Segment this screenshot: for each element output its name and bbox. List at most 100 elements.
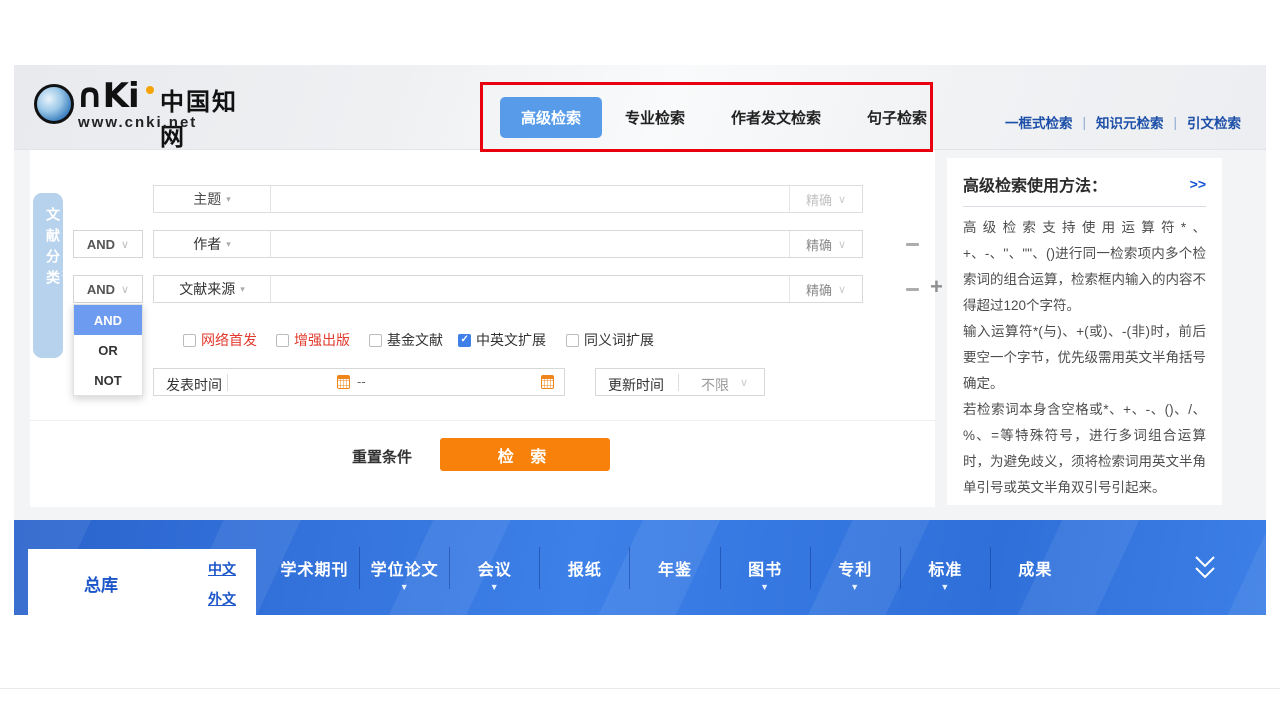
cnki-logo[interactable]: ∩Ki 中国知网 www.cnki.net [30, 80, 250, 138]
total-database-label[interactable]: 总库 [84, 571, 118, 596]
calendar-icon[interactable] [541, 375, 554, 389]
publish-time-from-input[interactable] [234, 369, 334, 395]
source-input[interactable] [271, 276, 789, 302]
document-category-tab[interactable]: 文献分类 › [33, 193, 63, 358]
search-row-author: 作者 ▾ 精确 ∨ [153, 230, 863, 258]
field-selector-topic[interactable]: 主题 ▾ [154, 186, 271, 212]
nav-item-yearbooks[interactable]: 年鉴 [630, 556, 719, 580]
nav-item-label: 专利 [838, 562, 872, 579]
match-mode-select-author[interactable]: 精确 ∨ [789, 231, 862, 257]
operator-option-and[interactable]: AND [74, 305, 142, 335]
divider [963, 206, 1206, 207]
nav-item-label: 标准 [928, 562, 962, 579]
cnki-advanced-search-page: ∩Ki 中国知网 www.cnki.net 高级检索 专业检索 作者发文检索 句… [0, 0, 1280, 720]
publish-time-label: 发表时间 [166, 375, 222, 395]
nav-item-label: 图书 [748, 562, 782, 579]
link-citation-search[interactable]: 引文检索 [1177, 112, 1251, 132]
nav-item-label: 成果 [1018, 562, 1052, 579]
help-paragraph: 高级检索支持使用运算符*、+、-、''、""、()进行同一检索项内多个检索词的组… [963, 215, 1206, 319]
nav-item-academic-journals[interactable]: 学术期刊 [270, 556, 359, 580]
remove-row-icon[interactable] [906, 243, 919, 246]
caret-down-icon: ▼ [490, 582, 500, 592]
nav-item-label: 年鉴 [658, 562, 692, 579]
footer-divider [0, 688, 1280, 689]
chevron-down-icon: ∨ [121, 238, 129, 251]
remove-row-icon[interactable] [906, 288, 919, 291]
field-selector-author[interactable]: 作者 ▾ [154, 231, 271, 257]
date-range-separator: -- [357, 374, 366, 389]
nav-item-conferences[interactable]: 会议 ▼ [450, 556, 539, 580]
nav-item-dissertations[interactable]: 学位论文 ▼ [360, 556, 449, 580]
publish-time-box: 发表时间 -- [153, 368, 565, 396]
tab-advanced-search[interactable]: 高级检索 [500, 97, 602, 138]
tab-author-search[interactable]: 作者发文检索 [708, 97, 844, 138]
operator-option-not[interactable]: NOT [74, 365, 142, 395]
checkbox-icon [276, 334, 289, 347]
checkbox-network-first[interactable]: 网络首发 [183, 330, 257, 350]
topic-input[interactable] [271, 186, 789, 212]
header-links: 一框式检索 | 知识元检索 | 引文检索 [995, 112, 1251, 132]
nav-item-label: 学术期刊 [281, 562, 349, 579]
match-mode-select-source[interactable]: 精确 ∨ [789, 276, 862, 302]
divider [227, 374, 228, 391]
author-input[interactable] [271, 231, 789, 257]
nav-item-standards[interactable]: 标准 ▼ [901, 556, 990, 580]
add-row-icon[interactable]: + [930, 274, 943, 300]
database-nav-items: 学术期刊 学位论文 ▼ 会议 ▼ 报纸 年鉴 图书 ▼ [270, 520, 1080, 615]
caret-down-icon: ▼ [760, 582, 770, 592]
link-one-box-search[interactable]: 一框式检索 [995, 112, 1083, 132]
tab-sentence-search[interactable]: 句子检索 [844, 97, 950, 138]
nav-item-newspapers[interactable]: 报纸 [540, 556, 629, 580]
caret-down-icon: ▾ [226, 194, 231, 205]
total-database-box: 总库 中文 外文 [28, 549, 256, 615]
nav-item-patents[interactable]: 专利 ▼ [811, 556, 900, 580]
caret-down-icon: ▼ [400, 582, 410, 592]
expand-more-chevron-icon[interactable] [1190, 552, 1220, 584]
advanced-search-help-panel: 高级检索使用方法： >> 高级检索支持使用运算符*、+、-、''、""、()进行… [947, 158, 1222, 505]
checkbox-enhanced-publishing[interactable]: 增强出版 [276, 330, 350, 350]
checkbox-synonym-extension[interactable]: 同义词扩展 [566, 330, 654, 350]
help-panel-header: 高级检索使用方法： >> [963, 172, 1206, 196]
field-label: 作者 [193, 234, 221, 254]
checkbox-label: 网络首发 [201, 330, 257, 350]
divider [30, 420, 935, 421]
reset-conditions-button[interactable]: 重置条件 [352, 446, 412, 467]
help-more-link[interactable]: >> [1190, 176, 1206, 192]
checkbox-cn-en-extension[interactable]: 中英文扩展 [458, 330, 546, 350]
checkbox-checked-icon [458, 334, 471, 347]
checkbox-icon [183, 334, 196, 347]
chevron-down-icon: ∨ [838, 193, 846, 206]
chevron-down-icon: ∨ [121, 283, 129, 296]
link-knowledge-element-search[interactable]: 知识元检索 [1086, 112, 1174, 132]
update-time-box[interactable]: 更新时间 不限 ∨ [595, 368, 765, 396]
match-mode-select-topic[interactable]: 精确 ∨ [789, 186, 862, 212]
search-button[interactable]: 检 索 [440, 438, 610, 471]
logo-dot-icon [146, 86, 154, 94]
operator-select-row2[interactable]: AND ∨ [73, 230, 143, 258]
logo-url: www.cnki.net [78, 114, 197, 131]
nav-item-achievements[interactable]: 成果 [991, 556, 1080, 580]
tab-professional-search[interactable]: 专业检索 [602, 97, 708, 138]
chevron-right-icon: › [62, 265, 66, 280]
globe-icon [34, 84, 74, 124]
operator-select-row3[interactable]: AND ∨ [73, 275, 143, 303]
caret-down-icon: ▼ [940, 582, 950, 592]
field-selector-source[interactable]: 文献来源 ▾ [154, 276, 271, 302]
field-label: 主题 [193, 189, 221, 209]
checkbox-icon [369, 334, 382, 347]
match-mode-value: 精确 [806, 280, 832, 299]
search-mode-tabbar: 高级检索 专业检索 作者发文检索 句子检索 [500, 97, 950, 138]
foreign-language-link[interactable]: 外文 [208, 589, 236, 609]
checkbox-label: 中英文扩展 [476, 330, 546, 350]
checkbox-label: 同义词扩展 [584, 330, 654, 350]
operator-dropdown-menu: AND OR NOT [73, 304, 143, 396]
chinese-language-link[interactable]: 中文 [208, 559, 236, 579]
operator-option-or[interactable]: OR [74, 335, 142, 365]
checkbox-funded-literature[interactable]: 基金文献 [369, 330, 443, 350]
database-nav-bar: 总库 中文 外文 学术期刊 学位论文 ▼ 会议 ▼ 报纸 年鉴 [14, 520, 1266, 615]
nav-item-books[interactable]: 图书 ▼ [721, 556, 810, 580]
help-panel-title: 高级检索使用方法： [963, 172, 1107, 196]
chevron-down-icon: ∨ [838, 283, 846, 296]
chevron-down-icon: ∨ [838, 238, 846, 251]
calendar-icon[interactable] [337, 375, 350, 389]
